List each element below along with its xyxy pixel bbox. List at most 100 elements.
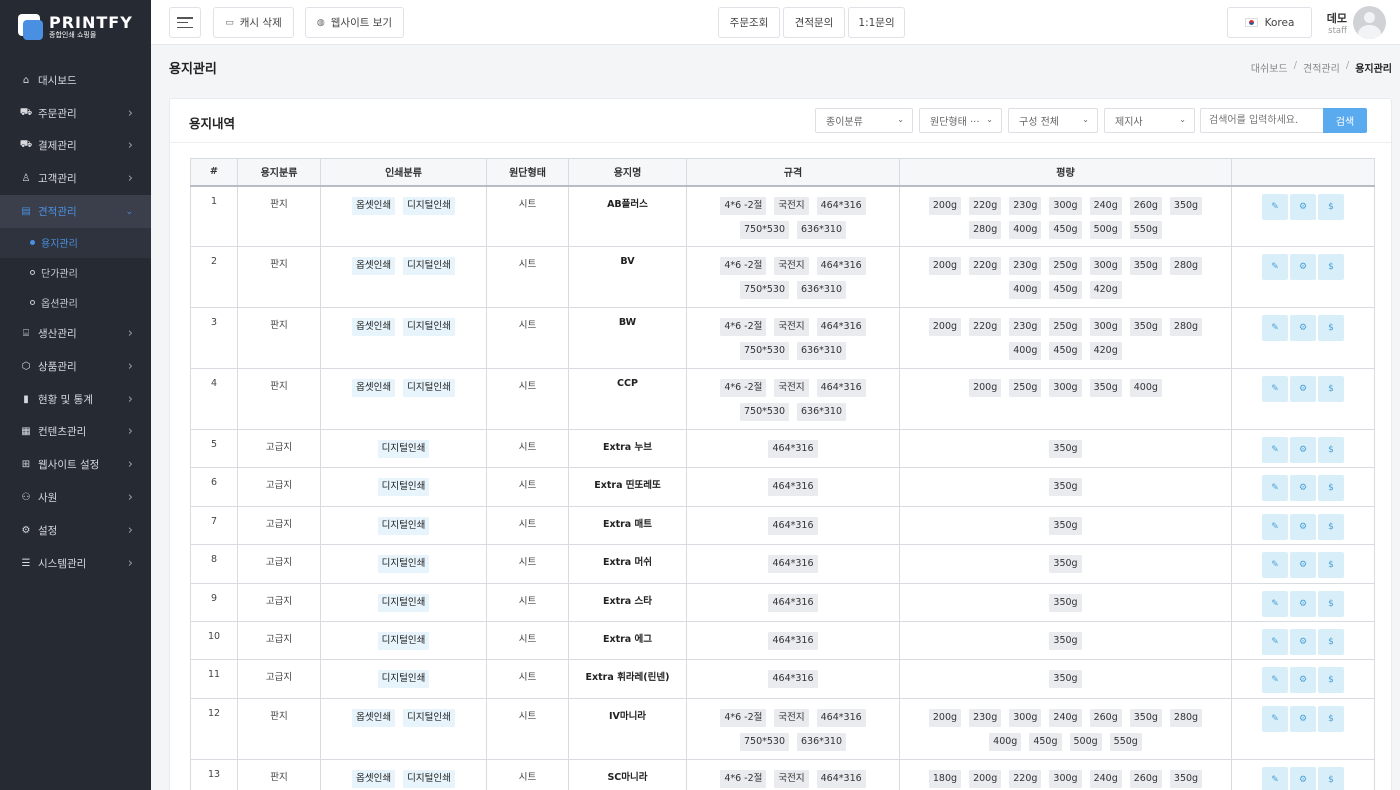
sidebar-item[interactable]: ▤ 견적관리 ⌄ <box>0 195 151 228</box>
order-lookup-button[interactable]: 주문조회 <box>718 7 780 38</box>
edit-button[interactable]: ✎ <box>1262 667 1288 694</box>
sidebar-item[interactable]: ⊞ 웹사이트 설정 › <box>0 448 151 481</box>
dollar-button[interactable]: $ <box>1318 590 1344 617</box>
sidebar-item[interactable]: ♙ 고객관리 › <box>0 162 151 195</box>
sidebar-item[interactable]: ⌂ 대시보드 <box>0 64 151 97</box>
breadcrumb-current: 용지관리 <box>1355 64 1392 75</box>
dollar-button[interactable]: $ <box>1318 628 1344 655</box>
cache-delete-button[interactable]: ▭ 캐시 삭제 <box>213 7 294 38</box>
dollar-button[interactable]: $ <box>1318 315 1344 341</box>
gear-button[interactable]: ⚙ <box>1290 552 1316 579</box>
gear-button[interactable]: ⚙ <box>1290 705 1316 732</box>
weight-tag: 260g <box>1089 708 1122 727</box>
breadcrumb-item[interactable]: 견적관리 <box>1303 60 1340 75</box>
dollar-button[interactable]: $ <box>1318 193 1344 220</box>
sidebar-item[interactable]: ▮ 현황 및 통계 › <box>0 383 151 416</box>
breadcrumb-item[interactable]: 대쉬보드 <box>1251 60 1288 75</box>
dollar-button[interactable]: $ <box>1318 552 1344 579</box>
sidebar-item[interactable]: ⌸ 생산관리 › <box>0 317 151 350</box>
size-tag: 750*530 <box>739 342 789 360</box>
edit-button[interactable]: ✎ <box>1262 628 1288 655</box>
edit-button[interactable]: ✎ <box>1262 475 1288 502</box>
edit-button[interactable]: ✎ <box>1262 590 1288 617</box>
size-cell: 464*316 <box>686 544 900 584</box>
weight-tag: 240g <box>1049 708 1082 727</box>
user-menu[interactable]: 데모 staff <box>1327 6 1386 39</box>
actions-cell: ✎ ⚙ $ <box>1231 368 1375 430</box>
edit-icon: ✎ <box>1271 636 1279 647</box>
language-selector[interactable]: Korea <box>1227 7 1312 38</box>
size-tag: 464*316 <box>768 670 818 689</box>
paper-category-select[interactable]: 종이분류 ⌄ <box>815 108 913 133</box>
weight-cell: 200g 230g 300g 240g 260g 350g 280g 400g 450g 500g… <box>899 697 1232 760</box>
weight-tag: 350g <box>1089 379 1122 397</box>
gear-button[interactable]: ⚙ <box>1290 437 1316 463</box>
gear-button[interactable]: ⚙ <box>1290 667 1316 694</box>
gear-button[interactable]: ⚙ <box>1290 254 1316 280</box>
sidebar-item[interactable]: ⚇ 사원 › <box>0 481 151 514</box>
paper-category-cell: 판지 <box>237 758 321 790</box>
size-tag: 464*316 <box>816 379 866 397</box>
gear-button[interactable]: ⚙ <box>1290 376 1316 402</box>
weight-tag: 500g <box>1089 220 1122 239</box>
dollar-button[interactable]: $ <box>1318 437 1344 463</box>
edit-button[interactable]: ✎ <box>1262 766 1288 790</box>
search-button[interactable]: 검색 <box>1323 108 1367 133</box>
sidebar-item[interactable]: ⬡ 상품관리 › <box>0 350 151 383</box>
gear-button[interactable]: ⚙ <box>1290 475 1316 502</box>
actions-cell: ✎ ⚙ $ <box>1231 544 1375 584</box>
cut-shape-select[interactable]: 원단형태 ··· ⌄ <box>919 108 1002 133</box>
print-type-tag: 옵셋인쇄 <box>352 379 396 397</box>
gear-button[interactable]: ⚙ <box>1290 193 1316 220</box>
dollar-button[interactable]: $ <box>1318 766 1344 790</box>
edit-button[interactable]: ✎ <box>1262 315 1288 341</box>
paper-name-cell: AB플러스 <box>568 185 687 247</box>
gear-button[interactable]: ⚙ <box>1290 513 1316 540</box>
edit-button[interactable]: ✎ <box>1262 254 1288 280</box>
dollar-button[interactable]: $ <box>1318 513 1344 540</box>
view-website-button[interactable]: ◍ 웹사이트 보기 <box>305 7 404 38</box>
sidebar-subitem[interactable]: 용지관리 <box>0 227 151 258</box>
sidebar-subitem[interactable]: 단가관리 <box>0 258 151 288</box>
dollar-button[interactable]: $ <box>1318 376 1344 402</box>
weight-tag: 200g <box>928 318 962 336</box>
edit-button[interactable]: ✎ <box>1262 193 1288 220</box>
sidebar-item[interactable]: ▦ 컨텐츠관리 › <box>0 415 151 448</box>
dollar-button[interactable]: $ <box>1318 475 1344 502</box>
edit-button[interactable]: ✎ <box>1262 437 1288 463</box>
weight-cell: 200g 220g 230g 300g 240g 260g 350g 280g 400g 450g… <box>899 185 1232 247</box>
form-cell: 시트 <box>486 307 569 369</box>
print-type-cell: 디지털인쇄 <box>320 467 487 507</box>
table-row: 6 고급지 디지털인쇄 시트 Extra 띤또레또 464*316 350g ✎ ⚙ $ <box>190 467 1375 507</box>
edit-button[interactable]: ✎ <box>1262 513 1288 540</box>
composition-select[interactable]: 구성 전체 ⌄ <box>1008 108 1098 133</box>
gear-button[interactable]: ⚙ <box>1290 315 1316 341</box>
sidebar-subitem[interactable]: 옵션관리 <box>0 287 151 317</box>
print-type-tags: 옵셋인쇄 디지털인쇄 <box>321 318 486 336</box>
estimate-inquiry-button[interactable]: 견적문의 <box>783 7 845 38</box>
sidebar-item[interactable]: ⚙ 설정 › <box>0 514 151 547</box>
size-tag: 464*316 <box>768 631 818 650</box>
print-type-cell: 옵셋인쇄 디지털인쇄 <box>320 368 487 430</box>
one-on-one-button[interactable]: 1:1문의 <box>848 7 905 38</box>
edit-button[interactable]: ✎ <box>1262 552 1288 579</box>
print-type-cell: 옵셋인쇄 디지털인쇄 <box>320 758 487 790</box>
manufacturer-select[interactable]: 제지사 ⌄ <box>1104 108 1195 133</box>
card-header: 용지내역 종이분류 ⌄ 원단형태 ··· ⌄ 구성 전체 ⌄ 제지사 ⌄ 검색 <box>170 99 1391 143</box>
sidebar-item[interactable]: ⛟ 결제관리 › <box>0 130 151 163</box>
dollar-button[interactable]: $ <box>1318 254 1344 280</box>
sidebar-item[interactable]: ☰ 시스템관리 › <box>0 547 151 580</box>
dollar-button[interactable]: $ <box>1318 705 1344 732</box>
gear-button[interactable]: ⚙ <box>1290 766 1316 790</box>
menu-toggle-button[interactable] <box>169 7 201 38</box>
edit-button[interactable]: ✎ <box>1262 705 1288 732</box>
gear-button[interactable]: ⚙ <box>1290 590 1316 617</box>
edit-button[interactable]: ✎ <box>1262 376 1288 402</box>
avatar[interactable] <box>1353 6 1386 39</box>
sidebar-item[interactable]: ⛟ 주문관리 › <box>0 97 151 130</box>
dollar-button[interactable]: $ <box>1318 667 1344 694</box>
search-input[interactable] <box>1200 108 1324 133</box>
gear-button[interactable]: ⚙ <box>1290 628 1316 655</box>
weight-tag: 280g <box>1169 708 1203 727</box>
brand-logo[interactable]: PRINTFY 종합인쇄 쇼핑몰 <box>0 0 151 53</box>
